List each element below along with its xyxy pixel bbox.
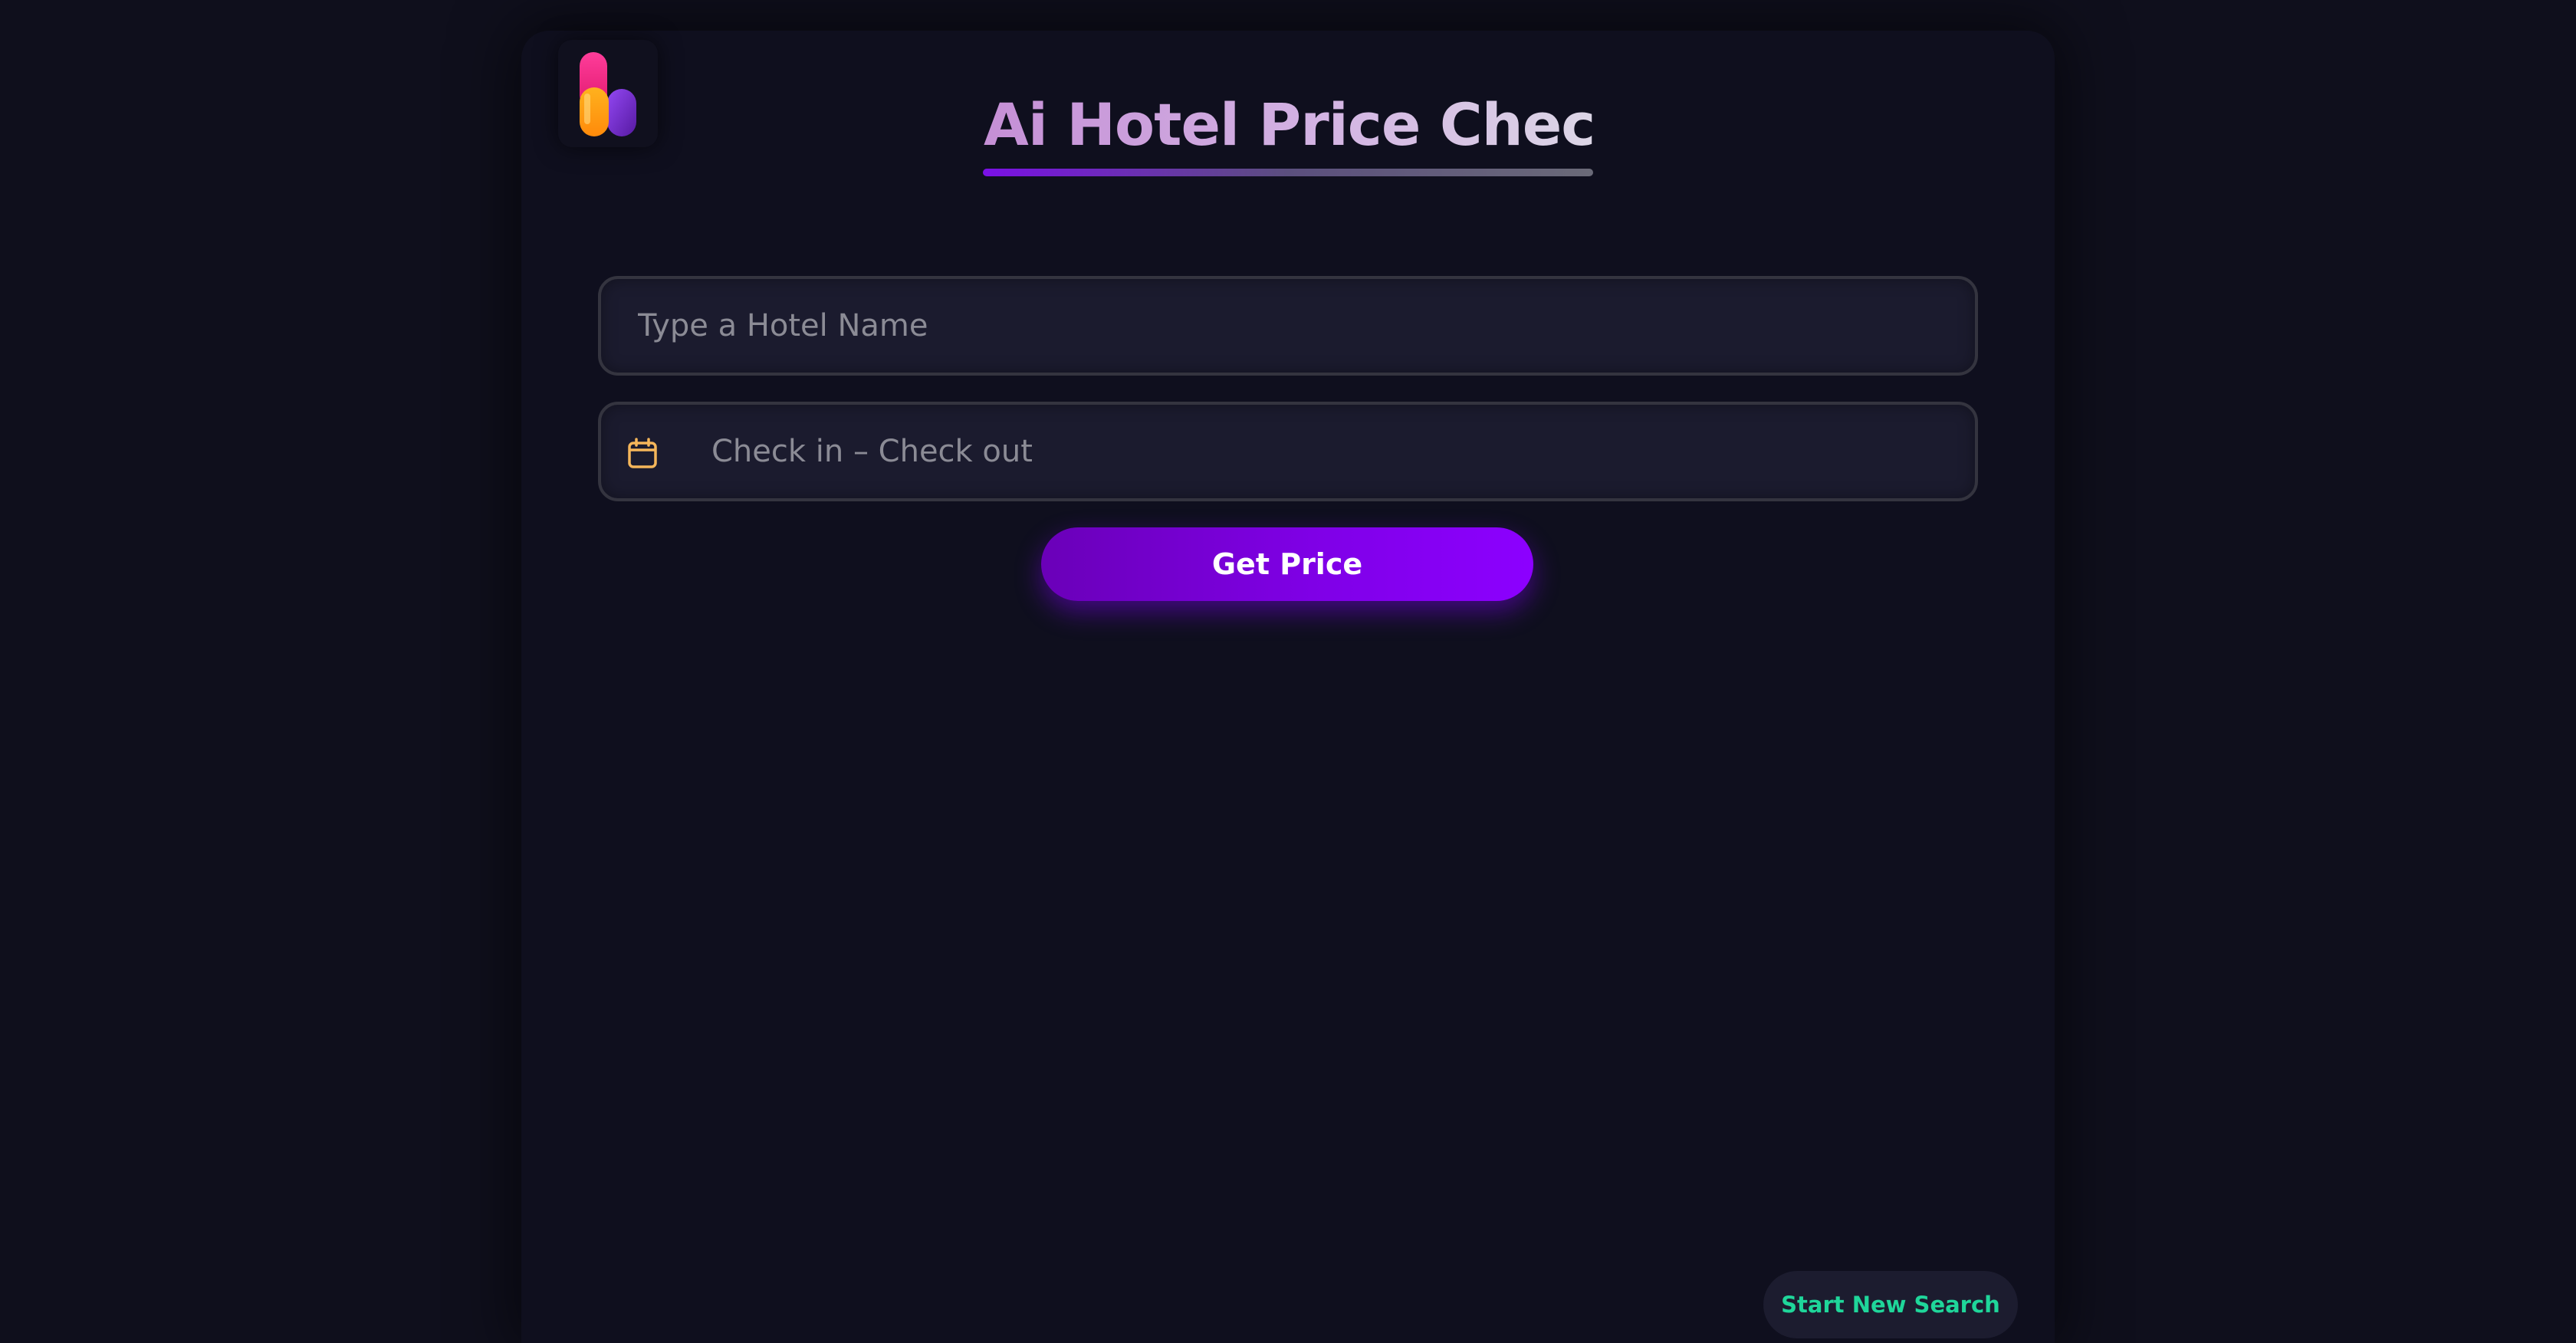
calendar-icon[interactable] xyxy=(626,437,659,471)
date-range-input[interactable] xyxy=(711,405,1938,498)
hotel-brand-logo-icon xyxy=(558,40,658,147)
date-range-field xyxy=(598,402,1978,501)
hotel-name-field xyxy=(598,276,1978,376)
page-title: Ai Hotel Price Checker xyxy=(984,83,1699,167)
get-price-button[interactable]: Get Price xyxy=(1041,527,1533,601)
hotel-name-input[interactable] xyxy=(638,279,1941,373)
main-panel xyxy=(521,31,2055,1343)
app-page: Ai Hotel Price Checker Get Price Start N… xyxy=(0,0,2576,1343)
title-underline xyxy=(983,169,1593,176)
start-new-search-button[interactable]: Start New Search xyxy=(1763,1271,2018,1338)
